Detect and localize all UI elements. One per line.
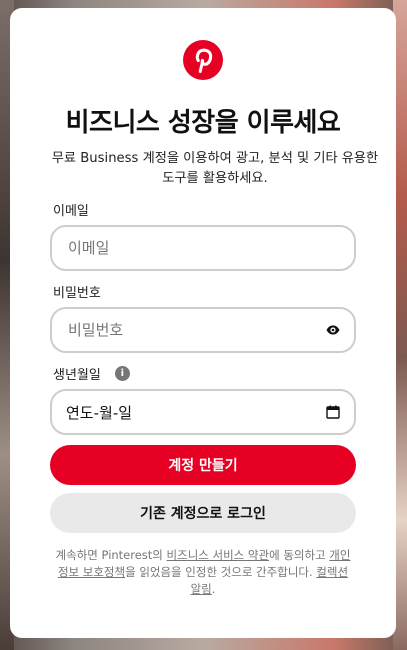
- password-input[interactable]: [66, 320, 326, 340]
- login-existing-button[interactable]: 기존 계정으로 로그인: [50, 493, 356, 533]
- birthdate-label: 생년월일: [53, 367, 101, 383]
- birthdate-label-row: 생년월일 i: [53, 363, 356, 383]
- legal-notice: 계속하면 Pinterest의 비즈니스 서비스 약관에 동의하고 개인정보 보…: [53, 547, 353, 598]
- eye-icon[interactable]: [326, 325, 340, 335]
- create-account-button[interactable]: 계정 만들기: [50, 445, 356, 485]
- password-field-wrapper: [50, 307, 356, 353]
- email-input[interactable]: [66, 238, 340, 258]
- signup-card: 비즈니스 성장을 이루세요 무료 Business 계정을 이용하여 광고, 분…: [10, 8, 396, 638]
- page-subtitle: 무료 Business 계정을 이용하여 광고, 분석 및 기타 유용한 도구를…: [51, 151, 379, 186]
- password-label-row: 비밀번호: [53, 281, 356, 301]
- info-icon[interactable]: i: [114, 365, 130, 381]
- birthdate-field[interactable]: 연도-월-일: [50, 389, 356, 435]
- business-terms-link[interactable]: 비즈니스 서비스 약관: [167, 548, 270, 562]
- page-title: 비즈니스 성장을 이루세요: [65, 108, 341, 138]
- legal-middle-1: 에 동의하고: [269, 548, 330, 562]
- email-field-wrapper: [50, 225, 356, 271]
- legal-prefix: 계속하면 Pinterest의: [55, 548, 167, 562]
- password-label: 비밀번호: [53, 285, 101, 301]
- pinterest-logo-icon: [183, 40, 223, 80]
- birthdate-placeholder: 연도-월-일: [66, 403, 133, 422]
- calendar-icon[interactable]: [326, 405, 340, 419]
- email-label: 이메일: [53, 203, 89, 219]
- legal-suffix: .: [211, 582, 216, 596]
- legal-middle-2: 을 읽었음을 인정한 것으로 간주합니다.: [125, 565, 317, 579]
- email-label-row: 이메일: [53, 199, 356, 219]
